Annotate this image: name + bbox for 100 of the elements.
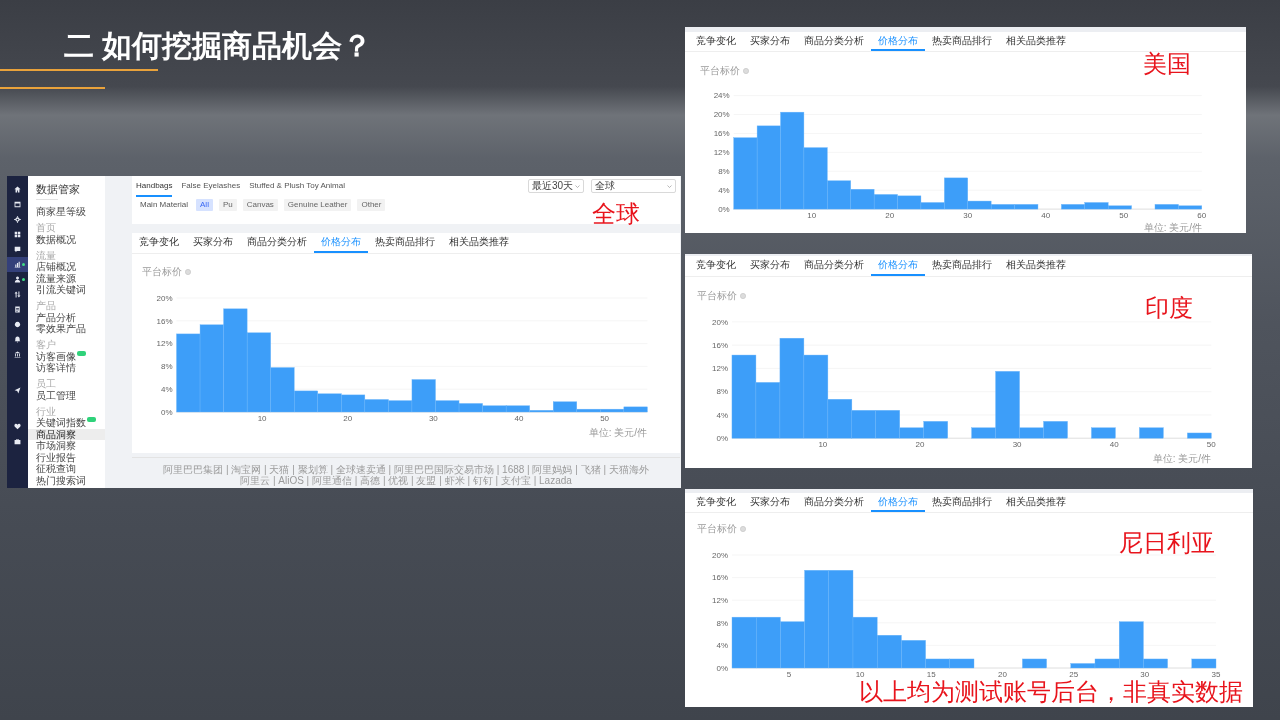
x-axis-label: 20 bbox=[915, 439, 925, 449]
caret-icon bbox=[575, 184, 580, 188]
sidebar-title: 数据管家 bbox=[35, 183, 81, 196]
sidebar-item[interactable]: 行业报告 bbox=[28, 451, 105, 463]
tab[interactable]: 商品分类分析 bbox=[240, 233, 314, 253]
sidebar-section-header: 员工 bbox=[35, 378, 57, 390]
histogram-bar bbox=[949, 658, 975, 669]
tab[interactable]: 相关品类推荐 bbox=[999, 32, 1073, 51]
briefcase-icon bbox=[14, 438, 21, 445]
y-axis-label: 4% bbox=[718, 186, 730, 195]
tab[interactable]: 热卖商品排行 bbox=[925, 32, 999, 51]
filter-chip[interactable]: Other bbox=[357, 199, 386, 211]
region-annotation: 全球 bbox=[592, 200, 640, 228]
region-annotation: 尼日利亚 bbox=[1119, 529, 1215, 557]
sidebar-item[interactable]: 员工管理 bbox=[28, 389, 105, 401]
info-icon bbox=[740, 526, 746, 532]
info-icon bbox=[185, 269, 191, 275]
arrows-icon bbox=[14, 291, 21, 298]
x-axis-label: 15 bbox=[926, 669, 936, 679]
filter-chip[interactable]: Canvas bbox=[242, 199, 278, 211]
tab[interactable]: 相关品类推荐 bbox=[442, 233, 516, 253]
histogram-bar bbox=[341, 394, 366, 413]
tab[interactable]: 买家分布 bbox=[186, 233, 240, 253]
filter-chip[interactable]: Genuine Leather bbox=[283, 199, 352, 211]
x-axis-label: 50 bbox=[600, 413, 610, 423]
tab[interactable]: 买家分布 bbox=[743, 493, 797, 512]
y-axis-label: 0% bbox=[716, 434, 728, 443]
y-axis-label: 0% bbox=[716, 663, 728, 673]
date-range-dropdown[interactable]: 最近30天 bbox=[528, 179, 584, 193]
histogram-bar bbox=[458, 403, 483, 413]
tab[interactable]: 热卖商品排行 bbox=[925, 493, 999, 512]
sidebar-item[interactable]: 关键词指数 bbox=[28, 417, 105, 429]
tab[interactable]: 相关品类推荐 bbox=[999, 256, 1073, 276]
tab[interactable]: 相关品类推荐 bbox=[999, 493, 1073, 512]
x-axis-label: 60 bbox=[1197, 210, 1207, 220]
info-icon bbox=[740, 293, 746, 299]
x-axis-label: 20 bbox=[998, 669, 1007, 679]
sidebar-item[interactable]: 征税查询 bbox=[28, 463, 105, 475]
tab[interactable]: 竞争变化 bbox=[132, 233, 186, 253]
histogram-bar bbox=[1139, 427, 1164, 439]
y-axis-label: 20% bbox=[712, 550, 728, 560]
sidebar-item[interactable]: 商品洞察 bbox=[28, 428, 105, 440]
sidebar-section-header: 首页 bbox=[35, 222, 57, 234]
sidebar-section-header: 行业 bbox=[35, 405, 57, 417]
histogram-bar bbox=[756, 616, 781, 669]
tab[interactable]: 热卖商品排行 bbox=[368, 233, 442, 253]
sidebar-item[interactable]: 访客详情 bbox=[28, 362, 105, 374]
filter-label: Main Material bbox=[140, 200, 188, 210]
unit-label: 单位: 美元/件 bbox=[1152, 453, 1211, 464]
x-axis-label: 20 bbox=[343, 413, 353, 423]
sidebar-item[interactable]: 数据概况 bbox=[28, 233, 105, 245]
category-tab[interactable]: Stuffed & Plush Toy Animal bbox=[249, 176, 345, 197]
category-tab[interactable]: False Eyelashes bbox=[181, 176, 241, 197]
sidebar-item[interactable]: 热门搜索词 bbox=[28, 474, 105, 486]
tab[interactable]: 买家分布 bbox=[743, 256, 797, 276]
tab[interactable]: 商品分类分析 bbox=[797, 32, 871, 51]
gear-icon bbox=[14, 216, 21, 223]
y-axis-label: 8% bbox=[716, 387, 728, 397]
x-axis-label: 40 bbox=[1109, 439, 1119, 449]
tab[interactable]: 买家分布 bbox=[743, 32, 797, 51]
heart-icon bbox=[14, 423, 21, 430]
x-axis-label: 10 bbox=[807, 210, 817, 220]
histogram-bar bbox=[851, 410, 876, 439]
sidebar-section-header: 流量 bbox=[35, 249, 57, 261]
chart-title: 平台标价 bbox=[697, 290, 737, 302]
y-axis-label: 0% bbox=[718, 204, 730, 214]
caret-icon bbox=[667, 184, 672, 188]
tab[interactable]: 热卖商品排行 bbox=[925, 256, 999, 276]
category-tab[interactable]: Handbags bbox=[136, 176, 173, 197]
send-icon bbox=[14, 387, 21, 394]
bank-icon bbox=[14, 351, 21, 358]
region-annotation: 美国 bbox=[1143, 50, 1191, 78]
x-axis-label: 5 bbox=[786, 669, 792, 679]
sidebar-section-header: 客户 bbox=[35, 339, 57, 351]
region-dropdown[interactable]: 全球 bbox=[591, 179, 676, 193]
sidebar-item[interactable]: 商家星等级 bbox=[28, 206, 105, 218]
tab[interactable]: 竞争变化 bbox=[689, 493, 743, 512]
tab[interactable]: 商品分类分析 bbox=[797, 256, 871, 276]
y-axis-label: 12% bbox=[156, 339, 173, 349]
y-axis-label: 16% bbox=[156, 316, 173, 326]
y-axis-label: 12% bbox=[712, 596, 728, 605]
tab[interactable]: 竞争变化 bbox=[689, 256, 743, 276]
chart-title: 平台标价 bbox=[142, 266, 182, 278]
sidebar-item[interactable]: 产品分析 bbox=[28, 311, 105, 323]
sidebar-item[interactable]: 引流关键词 bbox=[28, 284, 105, 296]
sidebar-item[interactable]: 访客画像 bbox=[28, 350, 105, 362]
sidebar-item[interactable]: 流量来源 bbox=[28, 272, 105, 284]
sidebar-item[interactable]: 店铺概况 bbox=[28, 261, 105, 273]
filter-chip[interactable]: Pu bbox=[218, 199, 237, 211]
home-icon bbox=[14, 186, 21, 193]
tab[interactable]: 竞争变化 bbox=[689, 32, 743, 51]
y-axis-label: 12% bbox=[712, 364, 728, 374]
slide-title: 二 如何挖掘商品机会？ bbox=[64, 28, 373, 64]
unit-label: 单位: 美元/件 bbox=[1143, 222, 1202, 233]
tab[interactable]: 商品分类分析 bbox=[797, 493, 871, 512]
y-axis-label: 16% bbox=[712, 573, 728, 583]
unit-label: 单位: 美元/件 bbox=[588, 427, 647, 438]
filter-chip[interactable]: All bbox=[196, 199, 213, 211]
sidebar-item[interactable]: 市场洞察 bbox=[28, 440, 105, 452]
sidebar-item[interactable]: 零效果产品 bbox=[28, 323, 105, 335]
